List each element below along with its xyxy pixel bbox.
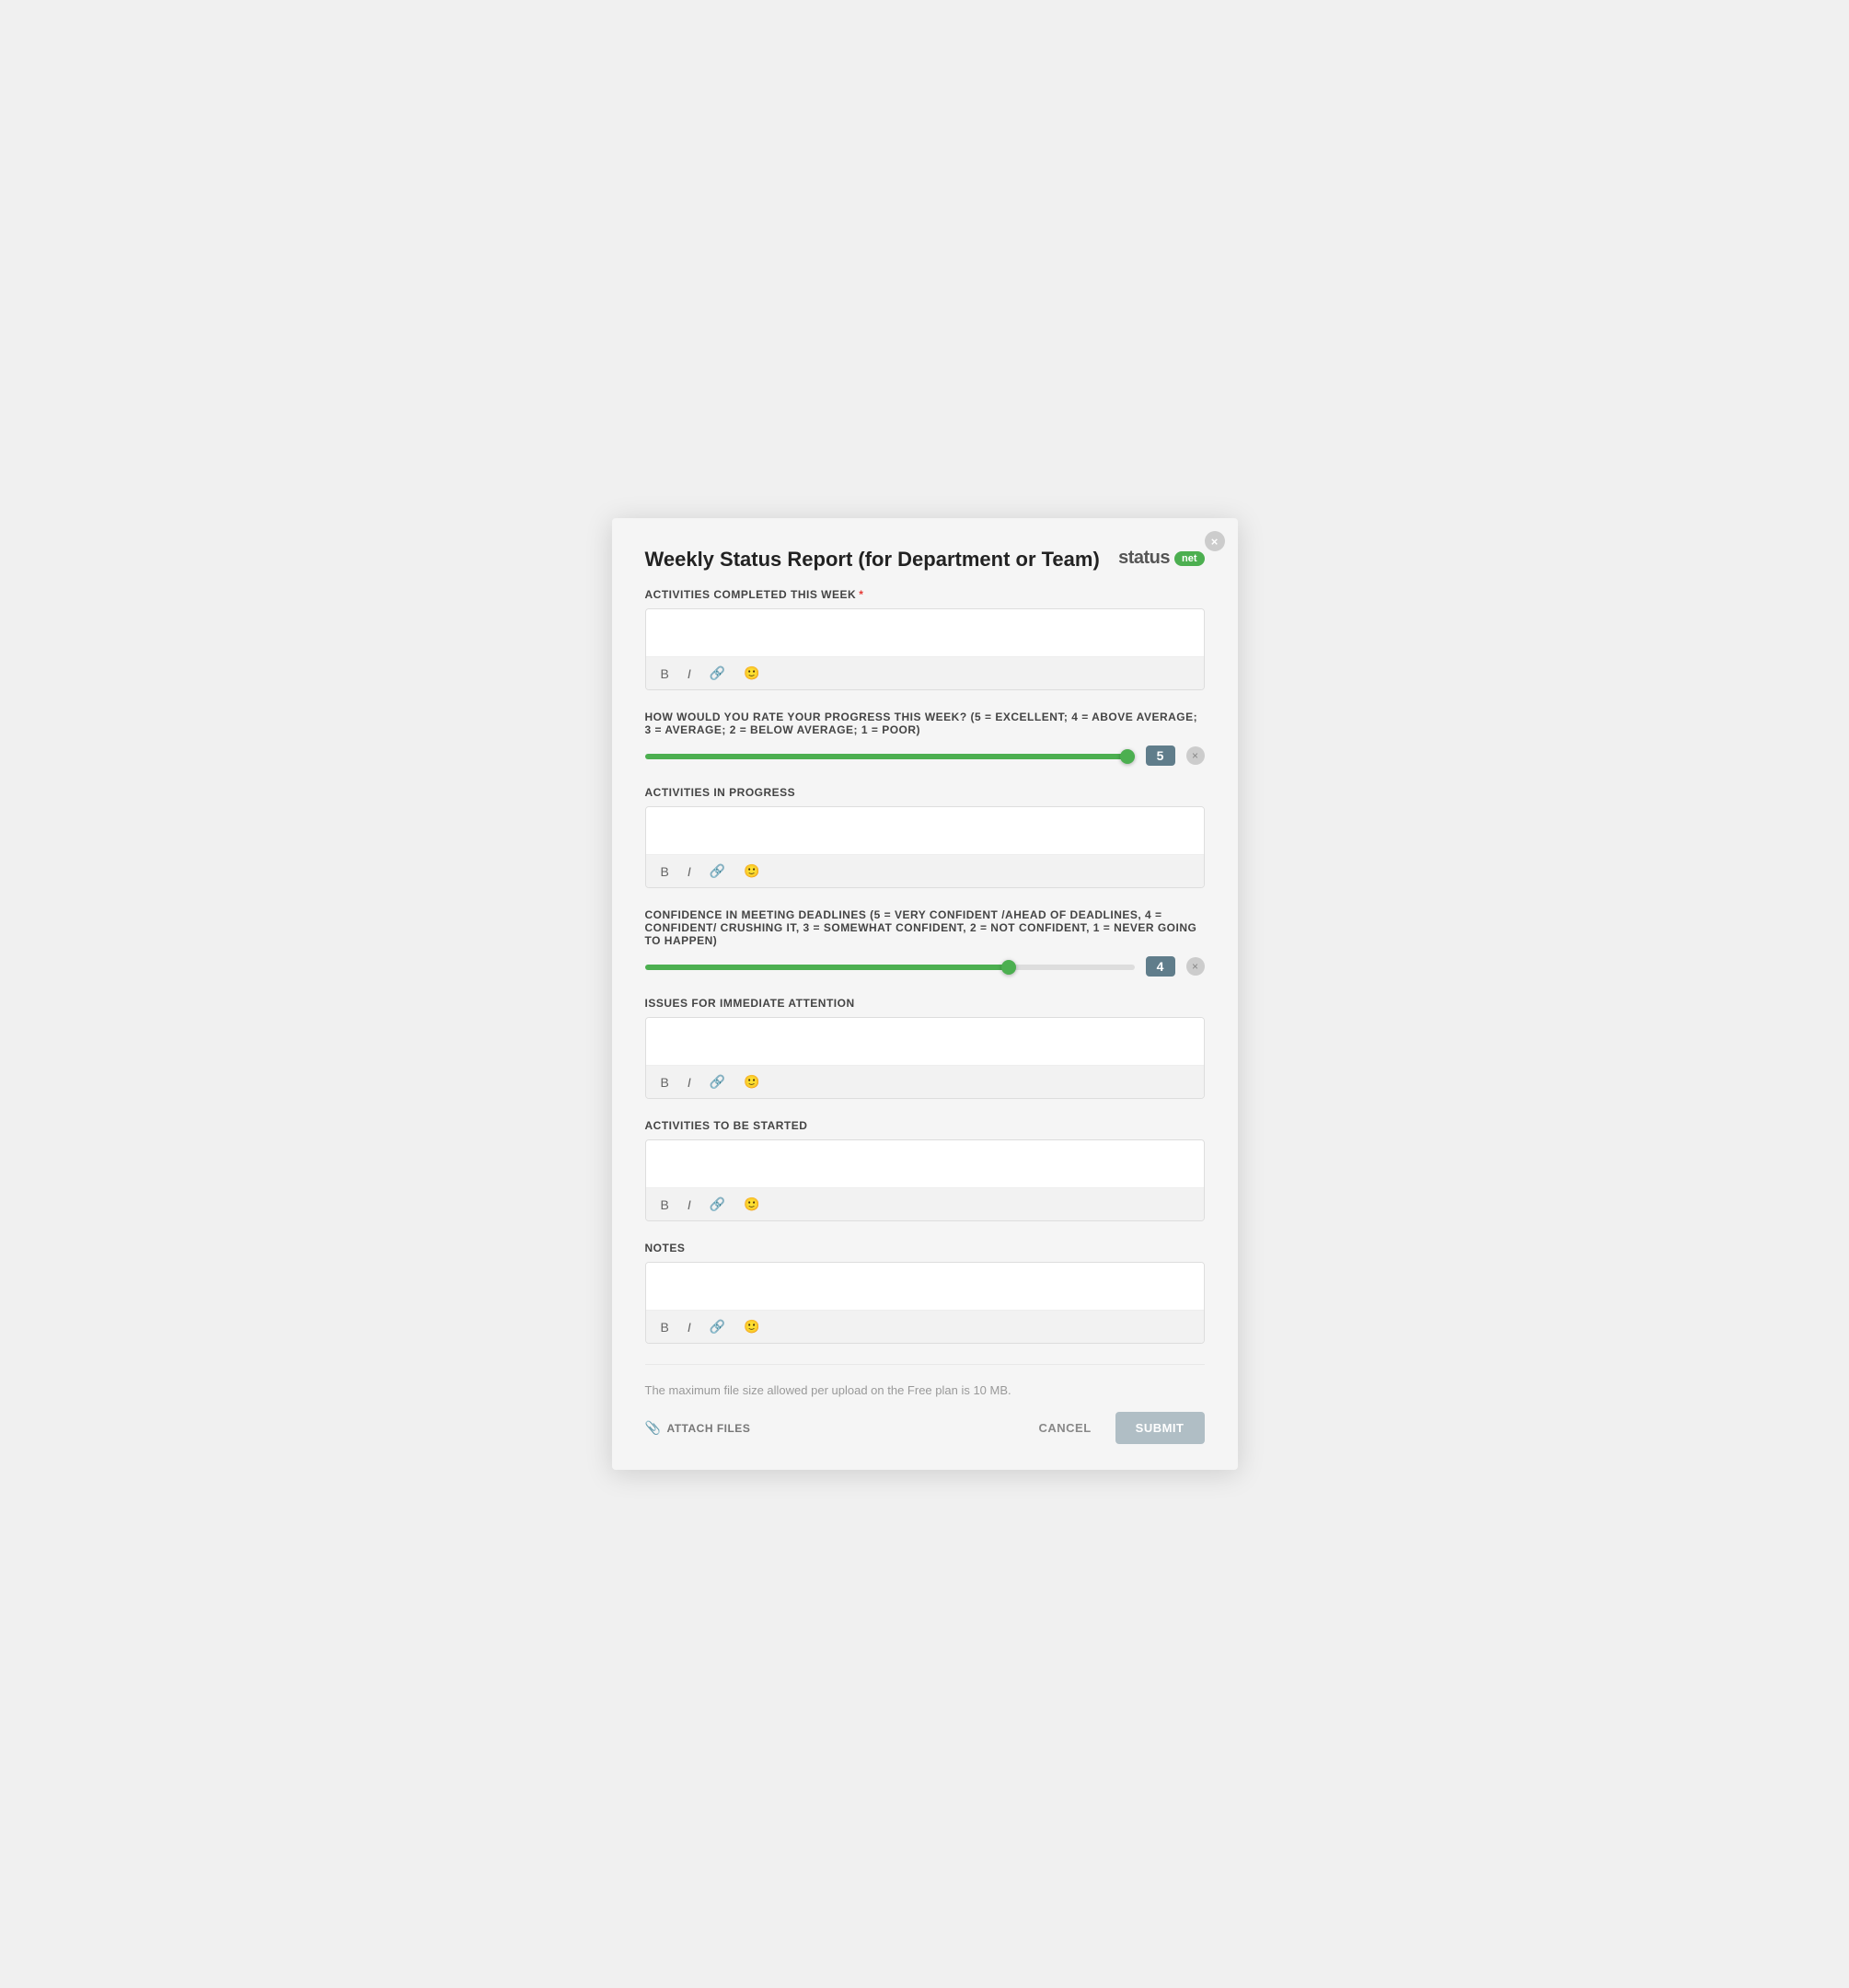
progress-clear-button[interactable]: × [1186, 746, 1205, 765]
emoji-button-1[interactable]: 🙂 [740, 664, 763, 683]
close-button[interactable]: × [1205, 531, 1225, 551]
bold-button-1[interactable]: B [657, 665, 673, 683]
form-title: Weekly Status Report (for Department or … [645, 548, 1100, 572]
emoji-button-2[interactable]: 🙂 [740, 861, 763, 881]
paperclip-icon: 📎 [645, 1420, 662, 1436]
emoji-button-3[interactable]: 🙂 [740, 1072, 763, 1092]
attach-files-button[interactable]: 📎 ATTACH FILES [645, 1420, 751, 1436]
bold-button-3[interactable]: B [657, 1073, 673, 1092]
link-button-5[interactable]: 🔗 [706, 1317, 729, 1336]
progress-rating-section: HOW WOULD YOU RATE YOUR PROGRESS THIS WE… [645, 711, 1205, 766]
modal-title: Weekly Status Report (for Department or … [645, 548, 1100, 572]
activities-to-start-toolbar: B I 🔗 🙂 [646, 1188, 1204, 1220]
emoji-button-4[interactable]: 🙂 [740, 1195, 763, 1214]
progress-value-badge: 5 [1146, 746, 1175, 766]
progress-rating-label: HOW WOULD YOU RATE YOUR PROGRESS THIS WE… [645, 711, 1205, 736]
bold-button-2[interactable]: B [657, 862, 673, 881]
activities-to-start-input[interactable] [646, 1140, 1204, 1188]
activities-completed-editor: B I 🔗 🙂 [645, 608, 1205, 690]
confidence-slider-container [645, 958, 1135, 975]
activities-to-start-editor: B I 🔗 🙂 [645, 1139, 1205, 1221]
activities-in-progress-label: ACTIVITIES IN PROGRESS [645, 786, 1205, 799]
issues-attention-input[interactable] [646, 1018, 1204, 1066]
brand-text: status [1118, 548, 1170, 569]
confidence-slider-row: 4 × [645, 956, 1205, 977]
activities-completed-input[interactable] [646, 609, 1204, 657]
required-star: * [859, 588, 863, 601]
confidence-rating-section: CONFIDENCE IN MEETING DEADLINES (5 = VER… [645, 908, 1205, 977]
notes-input[interactable] [646, 1263, 1204, 1311]
link-button-1[interactable]: 🔗 [706, 664, 729, 683]
italic-button-4[interactable]: I [684, 1196, 695, 1214]
notes-section: NOTES B I 🔗 🙂 [645, 1242, 1205, 1344]
activities-in-progress-editor: B I 🔗 🙂 [645, 806, 1205, 888]
confidence-value-badge: 4 [1146, 956, 1175, 977]
footer-actions: 📎 ATTACH FILES CANCEL SUBMIT [645, 1412, 1205, 1444]
file-size-note: The maximum file size allowed per upload… [645, 1383, 1205, 1397]
bold-button-4[interactable]: B [657, 1196, 673, 1214]
confidence-clear-button[interactable]: × [1186, 957, 1205, 976]
notes-editor: B I 🔗 🙂 [645, 1262, 1205, 1344]
activities-to-start-label: ACTIVITIES TO BE STARTED [645, 1119, 1205, 1132]
link-button-3[interactable]: 🔗 [706, 1072, 729, 1092]
modal-container: Weekly Status Report (for Department or … [612, 518, 1238, 1470]
activities-completed-section: ACTIVITIES COMPLETED THIS WEEK* B I 🔗 🙂 [645, 588, 1205, 690]
issues-attention-editor: B I 🔗 🙂 [645, 1017, 1205, 1099]
issues-attention-section: ISSUES FOR IMMEDIATE ATTENTION B I 🔗 🙂 [645, 997, 1205, 1099]
notes-toolbar: B I 🔗 🙂 [646, 1311, 1204, 1343]
submit-button[interactable]: SUBMIT [1115, 1412, 1205, 1444]
activities-completed-toolbar: B I 🔗 🙂 [646, 657, 1204, 689]
cancel-button[interactable]: CANCEL [1025, 1414, 1104, 1442]
submit-cancel-actions: CANCEL SUBMIT [1025, 1412, 1204, 1444]
activities-completed-label-text: ACTIVITIES COMPLETED THIS WEEK [645, 588, 857, 601]
activities-to-start-section: ACTIVITIES TO BE STARTED B I 🔗 🙂 [645, 1119, 1205, 1221]
activities-completed-label: ACTIVITIES COMPLETED THIS WEEK* [645, 588, 1205, 601]
form-footer: The maximum file size allowed per upload… [645, 1364, 1205, 1444]
italic-button-5[interactable]: I [684, 1318, 695, 1336]
progress-slider[interactable] [645, 754, 1135, 759]
issues-attention-label: ISSUES FOR IMMEDIATE ATTENTION [645, 997, 1205, 1010]
bold-button-5[interactable]: B [657, 1318, 673, 1336]
modal-header: Weekly Status Report (for Department or … [645, 548, 1205, 572]
link-button-4[interactable]: 🔗 [706, 1195, 729, 1214]
italic-button-3[interactable]: I [684, 1073, 695, 1092]
brand-logo: status net [1118, 548, 1204, 569]
emoji-button-5[interactable]: 🙂 [740, 1317, 763, 1336]
confidence-rating-label: CONFIDENCE IN MEETING DEADLINES (5 = VER… [645, 908, 1205, 947]
brand-badge: net [1174, 551, 1205, 566]
italic-button-2[interactable]: I [684, 862, 695, 881]
activities-in-progress-input[interactable] [646, 807, 1204, 855]
issues-attention-toolbar: B I 🔗 🙂 [646, 1066, 1204, 1098]
progress-slider-container [645, 747, 1135, 764]
notes-label: NOTES [645, 1242, 1205, 1254]
progress-slider-row: 5 × [645, 746, 1205, 766]
confidence-slider[interactable] [645, 965, 1135, 970]
attach-label: ATTACH FILES [666, 1422, 750, 1435]
activities-in-progress-section: ACTIVITIES IN PROGRESS B I 🔗 🙂 [645, 786, 1205, 888]
italic-button-1[interactable]: I [684, 665, 695, 683]
link-button-2[interactable]: 🔗 [706, 861, 729, 881]
activities-in-progress-toolbar: B I 🔗 🙂 [646, 855, 1204, 887]
